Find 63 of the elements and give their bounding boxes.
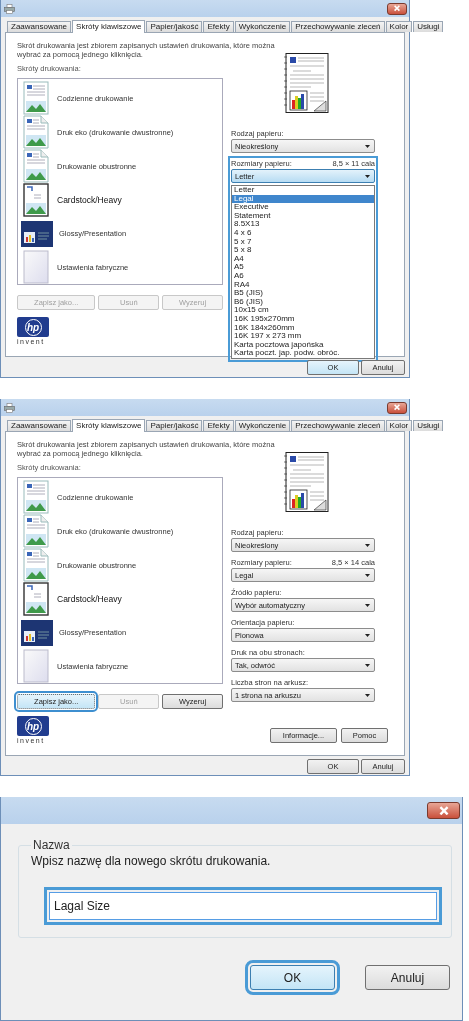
tab[interactable]: Skróty klawiszowe bbox=[72, 419, 146, 432]
dropdown-option[interactable]: 16K 197 x 273 mm bbox=[232, 332, 374, 341]
group-label: Nazwa bbox=[32, 838, 71, 852]
dropdown-option[interactable]: A5 bbox=[232, 263, 374, 272]
caret-icon bbox=[365, 543, 370, 547]
dropdown-option[interactable]: Letter bbox=[232, 186, 374, 195]
logo-mark: hp bbox=[17, 317, 49, 337]
close-icon bbox=[437, 805, 450, 816]
dropdown-option[interactable]: 10x15 cm bbox=[232, 306, 374, 315]
duplex-document-icon bbox=[21, 149, 51, 183]
tab[interactable]: Kolor bbox=[385, 420, 413, 431]
dropdown-option[interactable]: Karta poczt. jap. podw. obróc. bbox=[232, 349, 374, 358]
duplex-document-icon bbox=[21, 115, 51, 149]
caret-icon bbox=[365, 663, 370, 667]
close-button[interactable] bbox=[387, 401, 407, 414]
dropdown-option[interactable]: 5 x 8 bbox=[232, 246, 374, 255]
shortcut-item[interactable]: Cardstock/Heavy bbox=[21, 582, 222, 616]
caret-icon bbox=[365, 633, 370, 637]
dropdown-option[interactable]: Legal bbox=[232, 194, 374, 204]
printer-icon bbox=[4, 3, 15, 14]
dropdown-option[interactable]: 16K 195x270mm bbox=[232, 314, 374, 324]
page-preview-icon bbox=[283, 53, 329, 113]
presentation-icon bbox=[21, 220, 53, 247]
dropdown-option[interactable]: 8.5X13 bbox=[232, 220, 374, 229]
page-preview-icon bbox=[283, 452, 329, 512]
tab[interactable]: Usługi bbox=[413, 420, 444, 431]
caret-icon bbox=[365, 573, 370, 577]
close-icon bbox=[393, 5, 401, 12]
presentation-icon bbox=[21, 619, 53, 646]
close-button[interactable] bbox=[387, 2, 407, 15]
caret-icon bbox=[365, 603, 370, 607]
duplex-document-icon bbox=[21, 548, 51, 582]
dropdown-option[interactable]: B5 (JIS) bbox=[232, 289, 374, 298]
caret-icon bbox=[365, 144, 370, 148]
dropdown-option[interactable]: 4 x 6 bbox=[232, 228, 374, 238]
dropdown-option[interactable]: 5 x 7 bbox=[232, 237, 374, 247]
document-icon bbox=[21, 480, 51, 514]
dialog-button[interactable]: Anuluj bbox=[365, 965, 450, 990]
blank-page-icon bbox=[21, 649, 51, 683]
caret-icon bbox=[365, 693, 370, 697]
blank-page-icon bbox=[21, 250, 51, 284]
shortcut-item[interactable]: Cardstock/Heavy bbox=[21, 183, 222, 217]
tab[interactable]: Skróty klawiszowe bbox=[72, 20, 146, 33]
printer-icon bbox=[4, 402, 15, 413]
close-icon bbox=[393, 404, 401, 411]
dropdown-option[interactable]: B6 (JIS) bbox=[232, 297, 374, 307]
logo-mark: hp bbox=[17, 716, 49, 736]
tab[interactable]: Usługi bbox=[413, 21, 444, 32]
document-icon bbox=[21, 81, 51, 115]
prompt-text: Wpisz nazwę dla nowego skrótu drukowania. bbox=[31, 854, 272, 868]
caret-icon bbox=[365, 174, 370, 178]
cardstock-icon bbox=[21, 183, 51, 217]
close-button[interactable] bbox=[427, 802, 460, 819]
dropdown-option[interactable]: Statement bbox=[232, 211, 374, 221]
dropdown-option[interactable]: 16K 184x260mm bbox=[232, 323, 374, 333]
duplex-document-icon bbox=[21, 514, 51, 548]
dropdown-option[interactable]: A4 bbox=[232, 254, 374, 264]
tab[interactable]: Kolor bbox=[385, 21, 413, 32]
dropdown-option[interactable]: RA4 bbox=[232, 280, 374, 290]
dropdown-option[interactable]: Executive bbox=[232, 203, 374, 212]
dropdown-option[interactable]: Karta pocztowa japońska bbox=[232, 340, 374, 350]
cardstock-icon bbox=[21, 582, 51, 616]
dropdown-option[interactable]: A6 bbox=[232, 271, 374, 281]
